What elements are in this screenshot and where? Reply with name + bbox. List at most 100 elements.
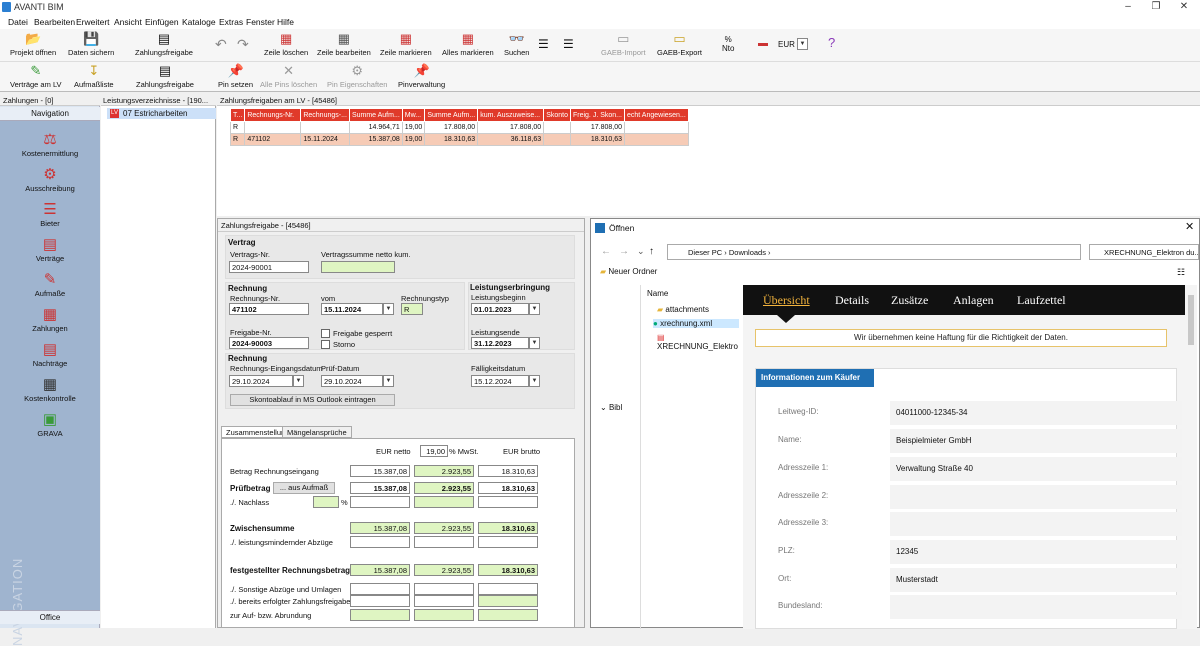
tree-item-estricharbeiten[interactable]: LV 07 Estricharbeiten <box>107 108 216 119</box>
gaeb-import-button[interactable]: ▭ GAEB-Import <box>601 32 646 58</box>
scroll-thumb[interactable] <box>1188 295 1194 345</box>
projekt-oeffnen-button[interactable]: 📂 Projekt öffnen <box>10 32 56 58</box>
pruefbetrag-netto[interactable]: 15.387,08 <box>350 482 410 494</box>
col-header[interactable]: T... <box>229 108 246 122</box>
nachlass-pct-field[interactable] <box>313 496 339 508</box>
leistungsmindernd-mwst[interactable] <box>414 536 474 548</box>
close-button[interactable]: ✕ <box>1170 0 1198 15</box>
zahlungsfreigabe-button[interactable]: ▤ Zahlungsfreigabe <box>135 32 193 58</box>
nachlass-netto[interactable] <box>350 496 410 508</box>
tab-laufzettel[interactable]: Laufzettel <box>1017 293 1066 308</box>
skonto-outlook-button[interactable]: Skontoablauf in MS Outlook eintragen <box>230 394 395 406</box>
tab-zusaetze[interactable]: Zusätze <box>891 293 928 308</box>
nav-zahlungen[interactable]: ▦ Zahlungen <box>0 306 100 333</box>
leistungsende-field[interactable]: 31.12.2023 <box>471 337 529 349</box>
eingangsdatum-field[interactable]: 29.10.2024 <box>229 375 293 387</box>
percent-icon[interactable]: % Nto <box>722 35 734 53</box>
zeile-markieren-button[interactable]: ▦ Zeile markieren <box>380 32 432 58</box>
vertrags-nr-field[interactable]: 2024-90001 <box>229 261 309 273</box>
aufmassliste-button[interactable]: ↧ Aufmaßliste <box>74 64 114 90</box>
pruefbetrag-mwst[interactable]: 2.923,55 <box>414 482 474 494</box>
eingangsdatum-dropdown[interactable]: ▼ <box>293 375 304 387</box>
back-icon[interactable]: ← <box>601 246 611 257</box>
pin-eigenschaften-button[interactable]: ⚙ Pin Eigenschaften <box>327 64 387 90</box>
tab-uebersicht[interactable]: Übersicht <box>763 293 810 308</box>
bereits-mwst[interactable] <box>414 595 474 607</box>
address-bar[interactable]: Dieser PC › Downloads › <box>667 244 1081 260</box>
nachlass-brutto[interactable] <box>478 496 538 508</box>
vom-field[interactable]: 15.11.2024 <box>321 303 383 315</box>
up-icon[interactable]: ↑ <box>649 246 654 257</box>
col-header[interactable]: Summe Aufm... <box>424 108 479 122</box>
path-this-pc[interactable]: Dieser PC <box>688 248 722 257</box>
faelligkeit-field[interactable]: 15.12.2024 <box>471 375 529 387</box>
new-folder-button[interactable]: ▰ Neuer Ordner <box>600 267 657 276</box>
nav-kostenkontrolle[interactable]: ▦ Kostenkontrolle <box>0 376 100 403</box>
table-row[interactable]: R 471102 15.11.2024 15.387,08 19,00 18.310,63… <box>229 133 689 146</box>
nav-ausschreibung[interactable]: ⚙ Ausschreibung <box>0 166 100 193</box>
nav-grava[interactable]: ▣ GRAVA <box>0 411 100 438</box>
tab-anlagen[interactable]: Anlagen <box>953 293 994 308</box>
undo-icon[interactable]: ↶ <box>215 36 227 53</box>
vom-dropdown[interactable]: ▼ <box>383 303 394 315</box>
menu-ansicht[interactable]: Ansicht <box>114 17 142 27</box>
menu-erweitert[interactable]: Erweitert <box>76 17 110 27</box>
pinverwaltung-button[interactable]: 📌 Pinverwaltung <box>398 64 445 90</box>
pruef-datum-field[interactable]: 29.10.2024 <box>321 375 383 387</box>
zahlungsfreigabe-2-button[interactable]: ▤ Zahlungsfreigabe <box>136 64 194 90</box>
col-header[interactable]: echt Angewiesen... <box>624 108 689 122</box>
leistungsmindernd-netto[interactable] <box>350 536 410 548</box>
menu-einfuegen[interactable]: Einfügen <box>145 17 179 27</box>
col-header[interactable]: Mw... <box>401 108 426 122</box>
indent-icon[interactable]: ☰ <box>538 37 549 51</box>
mwst-field[interactable]: 19,00 <box>420 445 448 457</box>
maximize-button[interactable]: ❐ <box>1142 0 1170 15</box>
storno-checkbox[interactable] <box>321 340 330 349</box>
nachlass-mwst[interactable] <box>414 496 474 508</box>
menu-kataloge[interactable]: Kataloge <box>182 17 216 27</box>
outdent-icon[interactable]: ☰ <box>563 37 574 51</box>
nav-bibliotheken[interactable]: ⌄ Bibl <box>600 403 622 412</box>
abrundung-mwst[interactable] <box>414 609 474 621</box>
path-downloads[interactable]: Downloads <box>729 248 766 257</box>
tab-details[interactable]: Details <box>835 293 869 308</box>
leistungsbeginn-dropdown[interactable]: ▼ <box>529 303 540 315</box>
file-item[interactable]: ▰ attachments <box>657 305 709 314</box>
sonstige-netto[interactable] <box>350 583 410 595</box>
viewer-scrollbar[interactable] <box>1185 285 1197 629</box>
freigabe-nr-field[interactable]: 2024-90003 <box>229 337 309 349</box>
col-header[interactable]: Rechnungs-... <box>300 108 350 122</box>
betrag-mwst[interactable]: 2.923,55 <box>414 465 474 477</box>
col-header[interactable]: Freig. J. Skon... <box>569 108 626 122</box>
faelligkeit-dropdown[interactable]: ▼ <box>529 375 540 387</box>
minimize-button[interactable]: – <box>1114 0 1142 15</box>
vertraege-am-lv-button[interactable]: ✎ Verträge am LV <box>10 64 62 90</box>
nav-bieter[interactable]: ☰ Bieter <box>0 201 100 228</box>
pruefbetrag-brutto[interactable]: 18.310,63 <box>478 482 538 494</box>
sonstige-brutto[interactable] <box>478 583 538 595</box>
menu-fenster[interactable]: Fenster <box>246 17 275 27</box>
menu-extras[interactable]: Extras <box>219 17 243 27</box>
currency-dropdown[interactable]: ▼ <box>797 38 808 50</box>
betrag-brutto[interactable]: 18.310,63 <box>478 465 538 477</box>
aus-aufmass-button[interactable]: ... aus Aufmaß <box>273 482 335 494</box>
dialog-close-icon[interactable]: ✕ <box>1185 220 1194 233</box>
nav-nachtraege[interactable]: ▤ Nachträge <box>0 341 100 368</box>
bereits-netto[interactable] <box>350 595 410 607</box>
rechnungstyp-field[interactable]: R <box>401 303 423 315</box>
forward-icon[interactable]: → <box>619 246 629 257</box>
abrundung-netto[interactable] <box>350 609 410 621</box>
betrag-netto[interactable]: 15.387,08 <box>350 465 410 477</box>
alle-pins-loeschen-button[interactable]: ✕ Alle Pins löschen <box>260 64 317 90</box>
file-item-selected[interactable]: ● xrechnung.xml <box>653 319 739 328</box>
vertragssumme-field[interactable] <box>321 261 395 273</box>
col-header[interactable]: Summe Aufm... <box>348 108 403 122</box>
menu-datei[interactable]: Datei <box>8 17 28 27</box>
file-item[interactable]: ▤ XRECHNUNG_Elektro <box>657 333 741 351</box>
daten-sichern-button[interactable]: 💾 Daten sichern <box>68 32 114 58</box>
zeile-loeschen-button[interactable]: ▦ Zeile löschen <box>264 32 308 58</box>
menu-hilfe[interactable]: Hilfe <box>277 17 294 27</box>
col-header[interactable]: Skonto <box>543 108 571 122</box>
pruef-datum-dropdown[interactable]: ▼ <box>383 375 394 387</box>
leistungsbeginn-field[interactable]: 01.01.2023 <box>471 303 529 315</box>
